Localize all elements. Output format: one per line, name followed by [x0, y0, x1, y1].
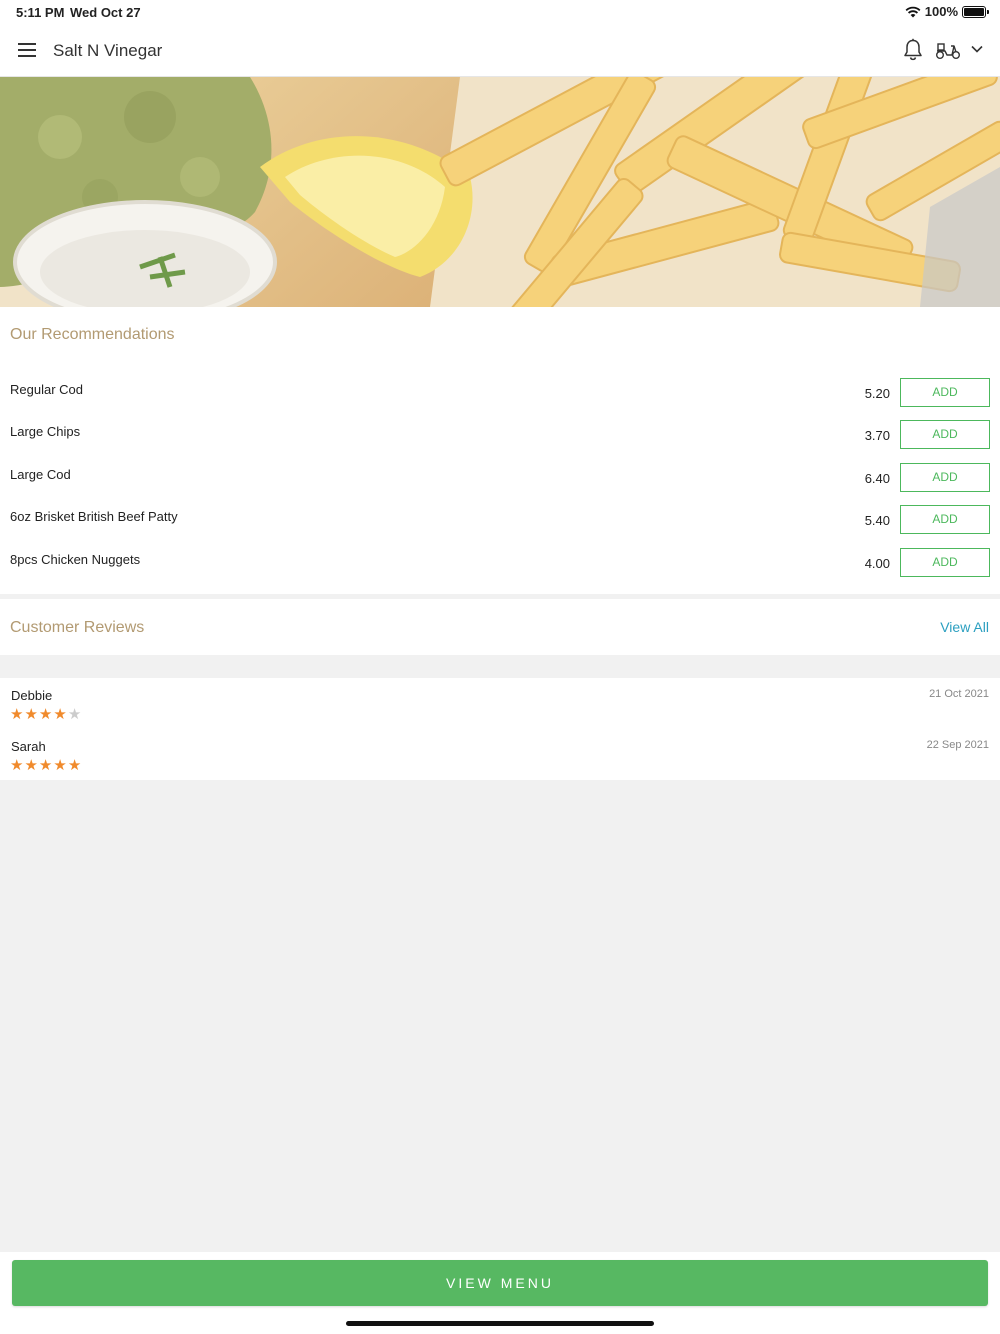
review-item: Sarah 22 Sep 2021 ★ ★ ★ ★ ★ — [0, 729, 1000, 777]
item-price: 6.40 — [864, 471, 890, 486]
star-icon: ★ — [10, 756, 24, 774]
battery-icon — [962, 5, 989, 18]
star-icon: ★ — [24, 756, 38, 774]
star-rating: ★ ★ ★ ★ ★ — [10, 707, 81, 722]
star-icon: ★ — [38, 756, 53, 774]
item-name: 8pcs Chicken Nuggets — [10, 552, 141, 567]
status-bar: 5:11 PM Wed Oct 27 100% — [0, 0, 1000, 24]
app-header: Salt N Vinegar — [0, 24, 1000, 77]
item-name: Large Chips — [10, 424, 81, 439]
status-date: Wed Oct 27 — [70, 5, 141, 20]
review-date: 22 Sep 2021 — [926, 739, 989, 751]
add-button[interactable]: ADD — [900, 505, 990, 534]
view-menu-button[interactable]: VIEW MENU — [12, 1260, 988, 1306]
menu-item: Regular Cod 5.20 ADD — [0, 378, 1000, 420]
star-icon: ★ — [38, 705, 53, 723]
hero-image — [0, 77, 1000, 307]
item-price: 5.40 — [864, 513, 890, 528]
wifi-icon — [905, 6, 921, 17]
add-button[interactable]: ADD — [900, 420, 990, 449]
reviewer-name: Debbie — [11, 688, 53, 703]
menu-icon[interactable] — [18, 43, 36, 57]
star-icon: ★ — [53, 756, 67, 774]
menu-item: Large Chips 3.70 ADD — [0, 420, 1000, 462]
star-rating: ★ ★ ★ ★ ★ — [10, 758, 81, 773]
reviewer-name: Sarah — [11, 739, 46, 754]
restaurant-title: Salt N Vinegar — [53, 41, 163, 60]
chevron-down-icon[interactable] — [970, 42, 984, 56]
reviews-title: Customer Reviews — [10, 619, 145, 636]
item-price: 3.70 — [864, 428, 890, 443]
item-name: Large Cod — [10, 467, 71, 482]
add-button[interactable]: ADD — [900, 378, 990, 407]
item-price: 4.00 — [864, 556, 890, 571]
recommendations-section: Our Recommendations Regular Cod 5.20 ADD… — [0, 307, 1000, 594]
item-price: 5.20 — [864, 386, 890, 401]
star-icon: ★ — [10, 705, 24, 723]
fish-and-chips-photo — [0, 77, 1000, 307]
view-all-link[interactable]: View All — [940, 619, 989, 635]
star-icon: ★ — [67, 756, 82, 774]
reviews-header: Customer Reviews View All — [0, 599, 1000, 655]
review-date: 21 Oct 2021 — [929, 688, 989, 700]
item-name: Regular Cod — [10, 382, 83, 397]
bottom-bar: VIEW MENU — [0, 1252, 1000, 1334]
status-indicators: 100% — [905, 4, 989, 19]
menu-item: 6oz Brisket British Beef Patty 5.40 ADD — [0, 505, 1000, 547]
review-item: Debbie 21 Oct 2021 ★ ★ ★ ★ ★ — [0, 678, 1000, 726]
menu-item: 8pcs Chicken Nuggets 4.00 ADD — [0, 548, 1000, 590]
item-name: 6oz Brisket British Beef Patty — [10, 509, 178, 524]
bell-icon[interactable] — [902, 38, 924, 62]
star-icon: ★ — [53, 705, 67, 723]
scooter-icon[interactable] — [935, 40, 961, 60]
home-indicator — [346, 1321, 654, 1326]
add-button[interactable]: ADD — [900, 463, 990, 492]
add-button[interactable]: ADD — [900, 548, 990, 577]
menu-item: Large Cod 6.40 ADD — [0, 463, 1000, 505]
status-time: 5:11 PM — [16, 5, 65, 20]
recommendations-title: Our Recommendations — [10, 326, 175, 343]
star-icon: ★ — [67, 705, 82, 723]
reviews-list: Debbie 21 Oct 2021 ★ ★ ★ ★ ★ Sarah 22 Sep 20… — [0, 678, 1000, 780]
battery-percent: 100% — [924, 4, 958, 19]
star-icon: ★ — [24, 705, 38, 723]
